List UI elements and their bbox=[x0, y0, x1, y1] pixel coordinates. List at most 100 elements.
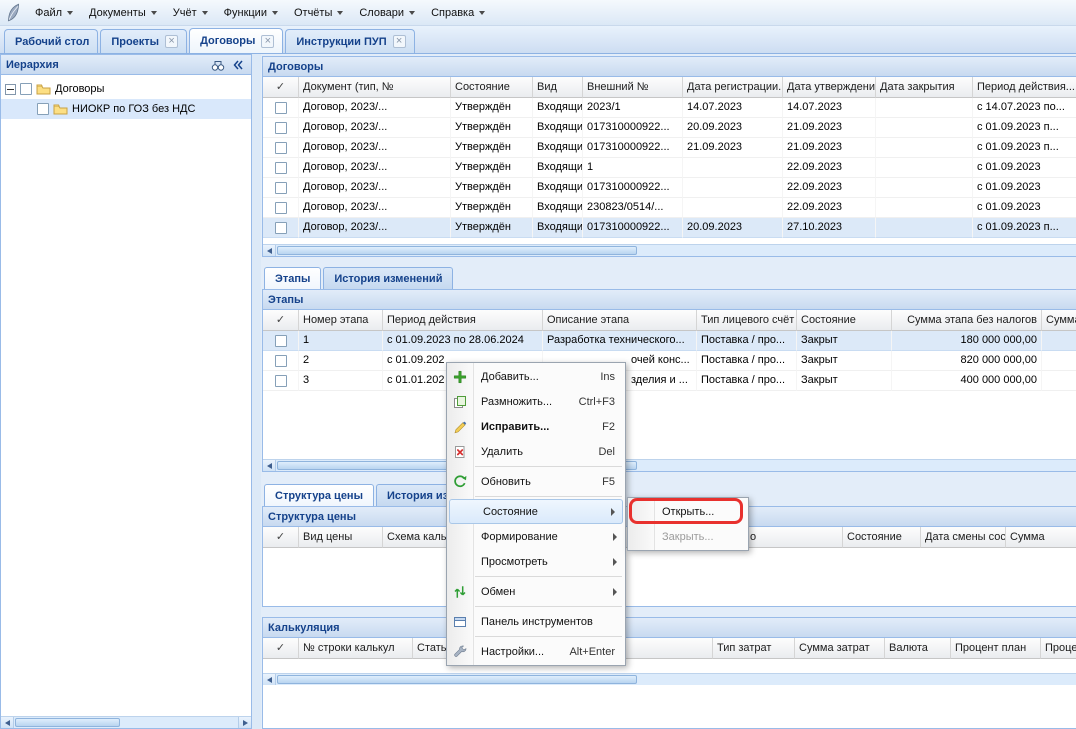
table-row[interactable]: Договор, 2023/...УтверждёнВходящий230823… bbox=[263, 198, 1076, 218]
tab-close-icon[interactable]: × bbox=[261, 35, 274, 48]
column-header[interactable]: Сумма затрат bbox=[795, 638, 885, 659]
menubar-item-file[interactable]: Файл bbox=[27, 3, 81, 23]
tree-node-checkbox[interactable] bbox=[37, 103, 49, 115]
section-tab-history[interactable]: История изменений bbox=[323, 267, 453, 289]
table-row[interactable]: 1с 01.09.2023 по 28.06.2024Разработка те… bbox=[263, 331, 1076, 351]
column-header[interactable]: Состояние bbox=[843, 527, 921, 548]
menubar-item-help[interactable]: Справка bbox=[423, 3, 493, 23]
sidebar-horizontal-scrollbar[interactable] bbox=[1, 716, 251, 728]
menu-item-edit[interactable]: Исправить...F2 bbox=[447, 414, 625, 439]
column-header[interactable]: Вид bbox=[533, 77, 583, 98]
column-header[interactable]: Вид цены bbox=[299, 527, 383, 548]
row-checkbox[interactable] bbox=[275, 102, 287, 114]
table-row[interactable]: Договор, 2023/...УтверждёнВходящий017310… bbox=[263, 178, 1076, 198]
row-checkbox[interactable] bbox=[275, 122, 287, 134]
row-checkbox[interactable] bbox=[275, 375, 287, 387]
column-header[interactable]: Период действия... bbox=[973, 77, 1076, 98]
column-header[interactable]: Состояние bbox=[451, 77, 533, 98]
row-checkbox[interactable] bbox=[275, 222, 287, 234]
scroll-left-button[interactable] bbox=[263, 245, 276, 256]
menu-item-add[interactable]: Добавить...Ins bbox=[447, 364, 625, 389]
splitter[interactable] bbox=[252, 54, 261, 729]
menubar-item-reports[interactable]: Отчёты bbox=[286, 3, 351, 23]
stages-horizontal-scrollbar[interactable] bbox=[263, 459, 1076, 471]
calculation-horizontal-scrollbar[interactable] bbox=[263, 673, 1076, 685]
collapse-node-icon[interactable] bbox=[5, 84, 16, 95]
table-row[interactable]: Договор, 2023/...УтверждёнВходящий017310… bbox=[263, 118, 1076, 138]
row-checkbox[interactable] bbox=[275, 182, 287, 194]
column-header[interactable]: Номер этапа bbox=[299, 310, 383, 331]
menubar-item-dictionaries[interactable]: Словари bbox=[351, 3, 423, 23]
tab-pup-instructions[interactable]: Инструкции ПУП× bbox=[285, 29, 414, 53]
column-header[interactable]: Период действия bbox=[383, 310, 543, 331]
menu-item-toolbar[interactable]: Панель инструментов bbox=[447, 609, 625, 634]
column-header[interactable]: Внешний № bbox=[583, 77, 683, 98]
tree-node-checkbox[interactable] bbox=[20, 83, 32, 95]
menu-item-refresh[interactable]: ОбновитьF5 bbox=[447, 469, 625, 494]
row-checkbox[interactable] bbox=[275, 142, 287, 154]
tab-projects[interactable]: Проекты× bbox=[100, 29, 187, 53]
menu-item-exchange[interactable]: Обмен bbox=[447, 579, 625, 604]
column-header[interactable]: Процент ф... bbox=[1041, 638, 1076, 659]
column-header[interactable]: Сумма bbox=[1006, 527, 1076, 548]
checkbox-cell bbox=[263, 351, 299, 371]
row-checkbox[interactable] bbox=[275, 202, 287, 214]
scroll-thumb[interactable] bbox=[277, 246, 637, 255]
tab-desktop[interactable]: Рабочий стол bbox=[4, 29, 98, 53]
scroll-left-button[interactable] bbox=[263, 460, 276, 471]
menu-item-formation[interactable]: Формирование bbox=[447, 524, 625, 549]
table-row[interactable]: Договор, 2023/...УтверждёнВходящий2023/1… bbox=[263, 98, 1076, 118]
menu-item-state[interactable]: Состояние bbox=[449, 499, 623, 524]
column-header[interactable]: Сумма этапа без налогов bbox=[892, 310, 1042, 331]
scroll-left-button[interactable] bbox=[1, 717, 14, 728]
menu-item-open[interactable]: Открыть... bbox=[628, 499, 748, 524]
column-header[interactable]: Тип лицевого счёт bbox=[697, 310, 797, 331]
column-header[interactable]: Дата регистрации. bbox=[683, 77, 783, 98]
contracts-horizontal-scrollbar[interactable] bbox=[263, 244, 1076, 256]
search-icon[interactable] bbox=[209, 57, 226, 73]
collapse-panel-icon[interactable] bbox=[229, 57, 246, 73]
row-checkbox[interactable] bbox=[275, 162, 287, 174]
row-checkbox[interactable] bbox=[275, 335, 287, 347]
column-header[interactable]: ✓ bbox=[263, 77, 299, 98]
column-header[interactable]: Документ (тип, № bbox=[299, 77, 451, 98]
menu-item-view[interactable]: Просмотреть bbox=[447, 549, 625, 574]
column-header[interactable]: Состояние bbox=[797, 310, 892, 331]
table-cell: с 01.09.2023 п... bbox=[973, 218, 1076, 238]
column-header[interactable]: ✓ bbox=[263, 310, 299, 331]
scroll-thumb[interactable] bbox=[277, 675, 637, 684]
column-header[interactable]: ✓ bbox=[263, 638, 299, 659]
tab-contracts[interactable]: Договоры× bbox=[189, 28, 283, 53]
menubar-item-functions[interactable]: Функции bbox=[216, 3, 286, 23]
table-row[interactable]: Договор, 2023/...УтверждёнВходящий017310… bbox=[263, 138, 1076, 158]
tab-close-icon[interactable]: × bbox=[165, 35, 178, 48]
table-row[interactable]: 2с 01.09.202очей конс...Поставка / про..… bbox=[263, 351, 1076, 371]
column-header[interactable]: Дата утверждения bbox=[783, 77, 876, 98]
column-header[interactable]: Процент план bbox=[951, 638, 1041, 659]
menubar-item-accounting[interactable]: Учёт bbox=[165, 3, 216, 23]
menu-item-delete[interactable]: УдалитьDel bbox=[447, 439, 625, 464]
column-header[interactable]: Сумма... bbox=[1042, 310, 1076, 331]
scroll-thumb[interactable] bbox=[15, 718, 120, 727]
column-header[interactable]: Дата смены состоя bbox=[921, 527, 1006, 548]
tab-close-icon[interactable]: × bbox=[393, 35, 406, 48]
column-header[interactable]: ✓ bbox=[263, 527, 299, 548]
tree-node-niokr[interactable]: НИОКР по ГОЗ без НДС bbox=[1, 99, 251, 119]
column-header[interactable]: Описание этапа bbox=[543, 310, 697, 331]
column-header[interactable]: Дата закрытия bbox=[876, 77, 973, 98]
table-row[interactable]: Договор, 2023/...УтверждёнВходящий017310… bbox=[263, 218, 1076, 238]
row-checkbox[interactable] bbox=[275, 355, 287, 367]
column-header[interactable]: Тип затрат bbox=[713, 638, 795, 659]
scroll-right-button[interactable] bbox=[238, 717, 251, 728]
section-tab-price-structure[interactable]: Структура цены bbox=[264, 484, 374, 506]
table-row[interactable]: Договор, 2023/...УтверждёнВходящий122.09… bbox=[263, 158, 1076, 178]
section-tab-stages[interactable]: Этапы bbox=[264, 267, 321, 289]
menubar-item-documents[interactable]: Документы bbox=[81, 3, 165, 23]
menu-item-duplicate[interactable]: Размножить...Ctrl+F3 bbox=[447, 389, 625, 414]
column-header[interactable]: № строки калькул bbox=[299, 638, 413, 659]
table-row[interactable]: 3с 01.01.202зделия и ...Поставка / про..… bbox=[263, 371, 1076, 391]
menu-item-settings[interactable]: Настройки...Alt+Enter bbox=[447, 639, 625, 664]
column-header[interactable]: Валюта bbox=[885, 638, 951, 659]
tree-node-contracts[interactable]: Договоры bbox=[1, 79, 251, 99]
scroll-left-button[interactable] bbox=[263, 674, 276, 685]
